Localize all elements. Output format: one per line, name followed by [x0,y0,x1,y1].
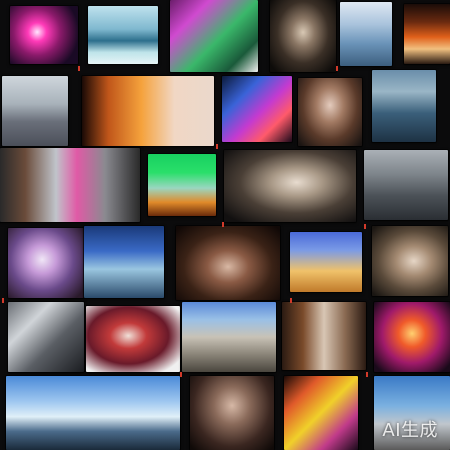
photo-collage: AI生成 [0,0,450,450]
thumbnail-neon-cityscape[interactable] [222,76,292,142]
thumbnail-hair-portrait[interactable] [176,226,280,300]
thumbnail-bearded-man[interactable] [270,0,336,72]
corner-mark [290,298,292,303]
thumbnail-sunset-face[interactable] [82,76,214,146]
thumbnail-red-hat-portrait[interactable] [86,306,180,372]
thumbnail-blue-boats[interactable] [84,226,164,298]
thumbnail-harbor[interactable] [372,70,436,142]
thumbnail-orange-triangle[interactable] [404,4,450,64]
corner-mark [2,298,4,303]
corner-mark [336,66,338,71]
corner-mark [366,372,368,377]
thumbnail-lake-ice[interactable] [88,6,158,64]
thumbnail-yellow-abstract[interactable] [284,376,358,450]
thumbnail-blue-tower[interactable] [340,2,392,66]
thumbnail-green-horizon[interactable] [148,154,216,216]
thumbnail-pink-burst[interactable] [10,6,78,64]
thumbnail-woman-portrait[interactable] [298,78,362,146]
thumbnail-walking-people[interactable] [282,302,366,370]
thumbnail-fireworks[interactable] [374,302,450,372]
thumbnail-masked-faces[interactable] [224,150,356,222]
thumbnail-city-street[interactable] [2,76,68,146]
ai-generated-watermark: AI生成 [382,420,438,441]
corner-mark [222,222,224,227]
corner-mark [216,144,218,149]
corner-mark [364,224,366,229]
corner-mark [78,66,80,71]
corner-mark [180,372,182,377]
thumbnail-green-figures[interactable] [170,0,258,72]
thumbnail-mountain-valley[interactable] [182,302,276,372]
thumbnail-reclining-woman[interactable] [372,226,448,296]
thumbnail-bald-head[interactable] [190,376,274,450]
thumbnail-golden-sunset[interactable] [290,232,362,292]
thumbnail-two-figures[interactable] [8,302,84,372]
thumbnail-street-figures[interactable] [0,148,140,222]
thumbnail-coastal-cloud[interactable] [6,376,180,450]
thumbnail-ruins[interactable] [364,150,448,220]
thumbnail-swirl-light[interactable] [8,228,84,298]
